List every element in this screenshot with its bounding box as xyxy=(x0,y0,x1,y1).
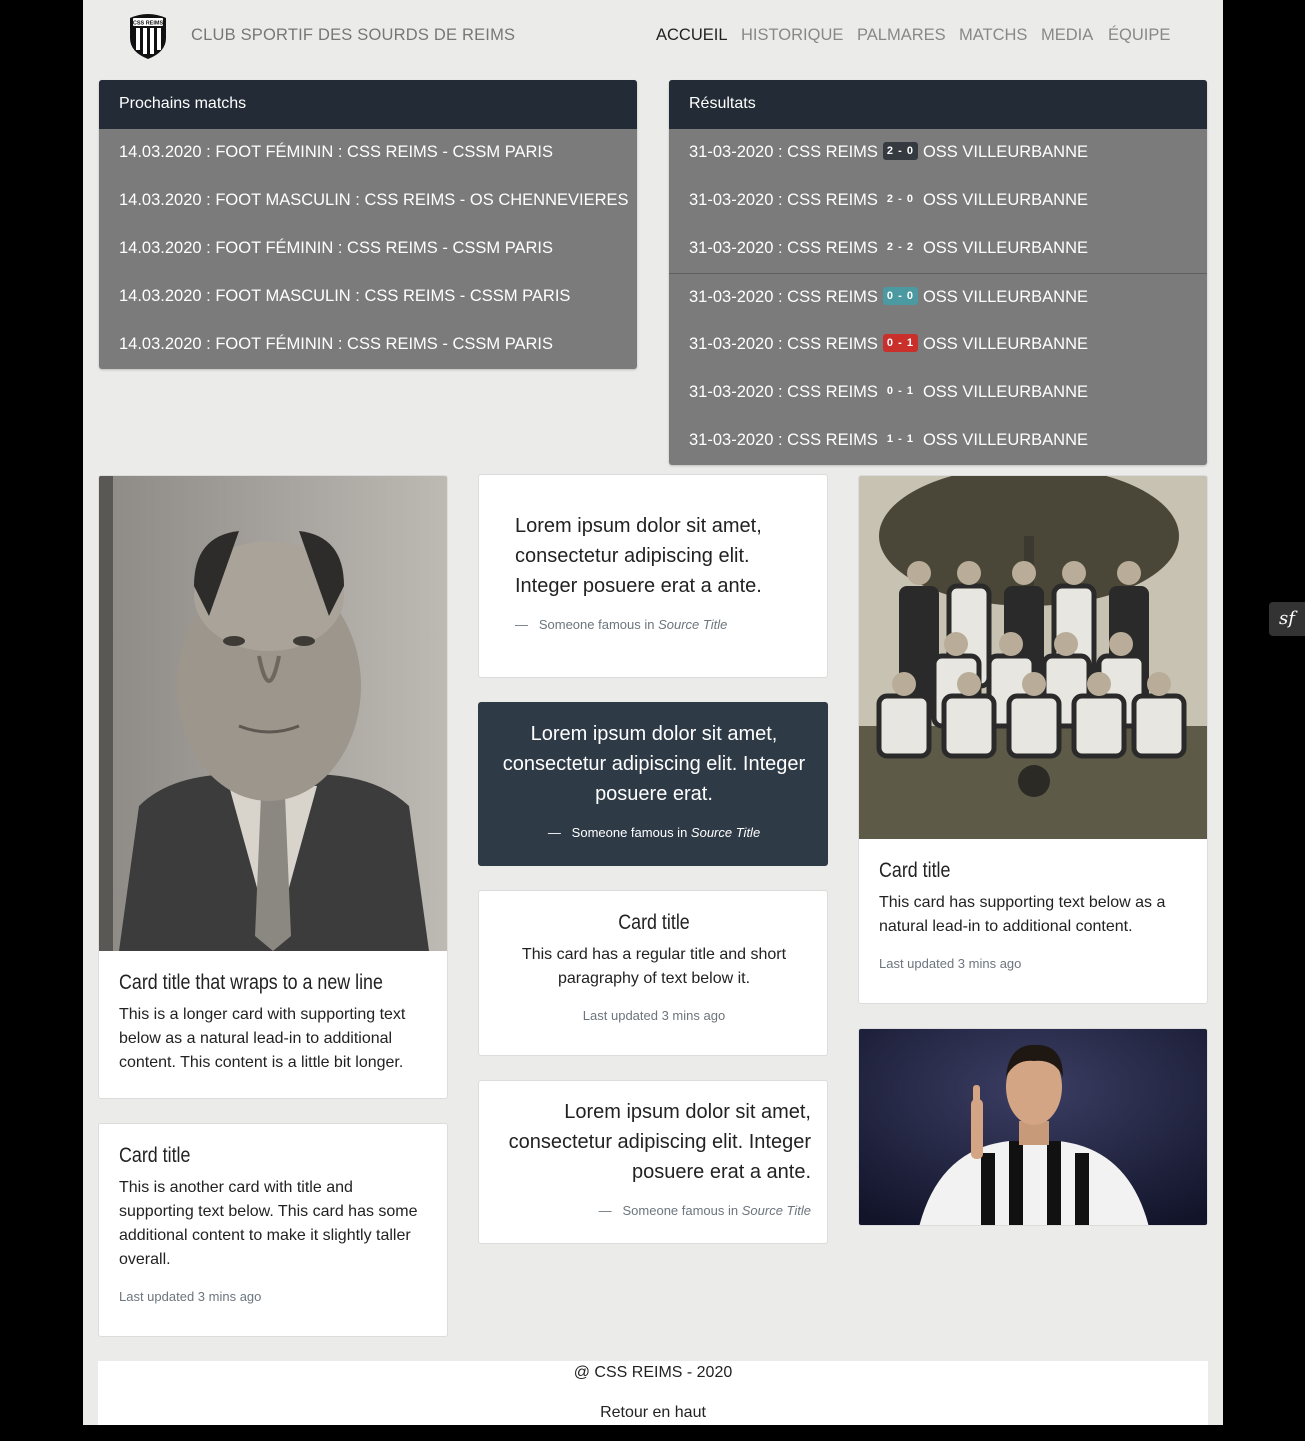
blockquote-text: Lorem ipsum dolor sit amet, consectetur … xyxy=(502,723,806,805)
page: CSS REIMS CLUB SPORTIF DES SOURDS DE REI… xyxy=(83,0,1223,1425)
dark-quote-card[interactable]: Lorem ipsum dolor sit amet, consectetur … xyxy=(478,702,828,866)
result-away: OSS VILLEURBANNE xyxy=(922,335,1088,353)
result-row[interactable]: 31-03-2020 : CSS REIMS 1 - 1 OSS VILLEURBA… xyxy=(669,417,1207,465)
result-home: 31-03-2020 : CSS REIMS xyxy=(689,239,878,257)
result-home: 31-03-2020 : CSS REIMS xyxy=(689,191,878,209)
quote-author: Someone famous in xyxy=(622,1203,739,1218)
nav-media[interactable]: MEDIA xyxy=(1041,26,1093,45)
blockquote-footer: — Someone famous in Source Title xyxy=(499,1203,811,1218)
result-row[interactable]: 31-03-2020 : CSS REIMS 0 - 0 OSS VILLEURBA… xyxy=(669,273,1207,321)
quote-source: Source Title xyxy=(690,825,761,840)
nav-accueil[interactable]: ACCUEIL xyxy=(656,26,728,45)
blockquote-text: Lorem ipsum dolor sit amet, consectetur … xyxy=(515,515,762,597)
card-title: Card title xyxy=(618,911,690,934)
another-card[interactable]: Card title This is another card with tit… xyxy=(98,1123,448,1337)
back-to-top-link[interactable]: Retour en haut xyxy=(98,1404,1208,1422)
footer: @ CSS REIMS - 2020 Retour en haut xyxy=(98,1361,1208,1425)
upcoming-matches-panel: Prochains matchs 14.03.2020 : FOOT FÉMIN… xyxy=(99,80,637,369)
quote-dash: — xyxy=(515,617,528,632)
center-card[interactable]: Card title This card has a regular title… xyxy=(478,890,828,1056)
score-badge: 2 - 0 xyxy=(886,192,914,205)
card-text: This card has a regular title and short … xyxy=(521,946,787,987)
quote-dash: — xyxy=(598,1203,612,1218)
blockquote-footer: — Someone famous in Source Title xyxy=(499,825,809,840)
team-photo xyxy=(859,476,1207,839)
quote-card[interactable]: Lorem ipsum dolor sit amet, consectetur … xyxy=(478,474,828,678)
result-away: OSS VILLEURBANNE xyxy=(922,431,1088,449)
portrait-photo xyxy=(99,476,447,951)
upcoming-matches-title: Prochains matchs xyxy=(99,80,637,129)
score-badge: 0 - 1 xyxy=(886,384,914,397)
player-photo xyxy=(859,1029,1207,1225)
result-home: 31-03-2020 : CSS REIMS xyxy=(689,143,878,161)
score-badge: 2 - 2 xyxy=(886,240,914,253)
player-card[interactable] xyxy=(858,1028,1208,1226)
upcoming-match-row[interactable]: 14.03.2020 : FOOT FÉMININ : CSS REIMS - … xyxy=(99,129,637,177)
score-badge: 0 - 0 xyxy=(882,286,918,305)
blockquote-text: Lorem ipsum dolor sit amet, consectetur … xyxy=(508,1101,811,1183)
score-badge: 2 - 0 xyxy=(882,141,918,160)
result-row[interactable]: 31-03-2020 : CSS REIMS 2 - 2 OSS VILLEURBA… xyxy=(669,225,1207,273)
card-title: Card title that wraps to a new line xyxy=(119,971,383,994)
quote-author: Someone famous in xyxy=(538,617,655,632)
result-home: 31-03-2020 : CSS REIMS xyxy=(689,383,878,401)
result-away: OSS VILLEURBANNE xyxy=(922,288,1088,306)
last-updated: Last updated 3 mins ago xyxy=(582,1008,726,1023)
card-title: Card title xyxy=(879,859,951,882)
card-text: This is a longer card with supporting te… xyxy=(119,1006,406,1071)
footer-copyright: @ CSS REIMS - 2020 xyxy=(573,1364,733,1381)
results-panel: Résultats 31-03-2020 : CSS REIMS 2 - 0 OSS… xyxy=(669,80,1207,465)
result-away: OSS VILLEURBANNE xyxy=(922,239,1088,257)
upcoming-match-row[interactable]: 14.03.2020 : FOOT MASCULIN : CSS REIMS -… xyxy=(99,273,637,321)
card-text: This card has supporting text below as a… xyxy=(879,894,1166,935)
results-title: Résultats xyxy=(669,80,1207,129)
portrait-card[interactable]: Card title that wraps to a new line This… xyxy=(98,475,448,1099)
card-text: This is another card with title and supp… xyxy=(119,1179,418,1268)
club-logo-icon[interactable]: CSS REIMS xyxy=(127,12,169,60)
result-row[interactable]: 31-03-2020 : CSS REIMS 2 - 0 OSS VILLEURBA… xyxy=(669,177,1207,225)
result-away: OSS VILLEURBANNE xyxy=(922,383,1088,401)
nav-palmares[interactable]: PALMARES xyxy=(857,26,946,45)
quote-source: Source Title xyxy=(741,1203,811,1218)
upcoming-match-row[interactable]: 14.03.2020 : FOOT MASCULIN : CSS REIMS -… xyxy=(99,177,637,225)
result-away: OSS VILLEURBANNE xyxy=(922,143,1088,161)
blockquote-footer: — Someone famous in Source Title xyxy=(515,617,805,632)
right-quote-card[interactable]: Lorem ipsum dolor sit amet, consectetur … xyxy=(478,1080,828,1244)
logo-text: CSS REIMS xyxy=(133,21,164,27)
nav-matchs[interactable]: MATCHS xyxy=(959,26,1027,45)
score-badge: 0 - 1 xyxy=(882,333,918,352)
nav-historique[interactable]: HISTORIQUE xyxy=(741,26,843,45)
quote-author: Someone famous in xyxy=(571,825,688,840)
result-away: OSS VILLEURBANNE xyxy=(922,191,1088,209)
result-row[interactable]: 31-03-2020 : CSS REIMS 0 - 1 OSS VILLEURBA… xyxy=(669,369,1207,417)
symfony-toolbar-icon[interactable]: sf xyxy=(1269,602,1305,636)
upcoming-match-row[interactable]: 14.03.2020 : FOOT FÉMININ : CSS REIMS - … xyxy=(99,321,637,369)
nav-equipe[interactable]: ÉQUIPE xyxy=(1108,26,1170,45)
last-updated: Last updated 3 mins ago xyxy=(119,1289,262,1304)
last-updated: Last updated 3 mins ago xyxy=(879,956,1022,971)
result-home: 31-03-2020 : CSS REIMS xyxy=(689,335,878,353)
card-title: Card title xyxy=(119,1144,191,1167)
result-row[interactable]: 31-03-2020 : CSS REIMS 0 - 1 OSS VILLEURBA… xyxy=(669,321,1207,369)
result-home: 31-03-2020 : CSS REIMS xyxy=(689,288,878,306)
score-badge: 1 - 1 xyxy=(886,432,914,445)
brand-title[interactable]: CLUB SPORTIF DES SOURDS DE REIMS xyxy=(191,26,515,45)
team-card[interactable]: Card title This card has supporting text… xyxy=(858,475,1208,1004)
upcoming-match-row[interactable]: 14.03.2020 : FOOT FÉMININ : CSS REIMS - … xyxy=(99,225,637,273)
quote-source: Source Title xyxy=(658,617,728,632)
result-home: 31-03-2020 : CSS REIMS xyxy=(689,431,878,449)
quote-dash: — xyxy=(547,825,561,840)
result-row[interactable]: 31-03-2020 : CSS REIMS 2 - 0 OSS VILLEURBA… xyxy=(669,129,1207,177)
